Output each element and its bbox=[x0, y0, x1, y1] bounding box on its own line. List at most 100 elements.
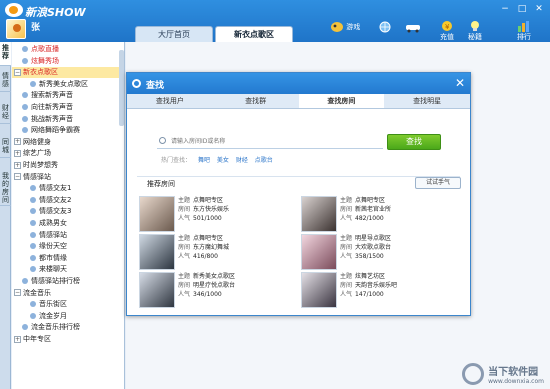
try-luck-button[interactable]: 试试手气 bbox=[415, 177, 461, 189]
room-card[interactable]: 主题 明星导点歌区 房间 大欢歌点歌台 人气 358/1500 bbox=[301, 234, 441, 270]
maximize-button[interactable]: □ bbox=[515, 3, 529, 15]
sidebar-item[interactable]: 来楼聊天 bbox=[12, 264, 120, 275]
collapse-icon[interactable]: − bbox=[14, 173, 21, 181]
room-icon bbox=[22, 127, 28, 134]
sidebar-item[interactable]: − 情感驿站 bbox=[12, 172, 120, 183]
sidebar-item[interactable]: 炫舞秀场 bbox=[12, 56, 120, 67]
sidebar-item[interactable]: 向往新秀声音 bbox=[12, 102, 120, 113]
search-icon bbox=[132, 79, 141, 88]
watermark-title: 当下软件园 bbox=[488, 367, 539, 378]
expand-icon[interactable]: + bbox=[14, 138, 21, 146]
side-tab-recommend[interactable]: 推荐 bbox=[0, 42, 11, 66]
room-theme-label: 主题 bbox=[340, 235, 353, 242]
sidebar-item-label: 新衣点歌区 bbox=[23, 68, 58, 77]
dialog-close-button[interactable]: ✕ bbox=[455, 76, 465, 90]
sidebar-item[interactable]: 新秀美女点歌区 bbox=[12, 79, 120, 90]
expand-icon[interactable]: + bbox=[14, 335, 21, 343]
toolbar-game[interactable]: 游戏 bbox=[330, 21, 360, 33]
room-icon bbox=[30, 301, 36, 308]
sidebar-item[interactable]: 点歌直播 bbox=[12, 44, 120, 55]
ranking-icon bbox=[518, 21, 529, 32]
sidebar-item[interactable]: 都市情缘 bbox=[12, 253, 120, 264]
room-icon bbox=[30, 220, 36, 226]
sidebar-item[interactable]: 音乐街区 bbox=[12, 299, 120, 310]
room-card[interactable]: 主题 点舞吧专区 房间 东方快乐娱乐 人气 501/1000 bbox=[139, 196, 279, 232]
window-controls: − □ ✕ bbox=[498, 3, 546, 15]
sidebar-item[interactable]: 流金音乐排行榜 bbox=[12, 322, 120, 333]
tab-song-zone[interactable]: 新衣点歌区 bbox=[215, 26, 293, 42]
search-button[interactable]: 查找 bbox=[387, 134, 441, 150]
search-dialog: 查找 ✕ 查找用户 查找群 查找房间 查找明星 查找 热门查找： 舞吧 美女 财… bbox=[126, 72, 471, 316]
toolbar-globe[interactable] bbox=[378, 21, 392, 33]
hot-keyword[interactable]: 点歌台 bbox=[255, 157, 273, 164]
room-card[interactable]: 主题 炫舞艺坊区 房间 天韵音乐娱乐吧 人气 147/1000 bbox=[301, 272, 441, 308]
sidebar-item[interactable]: 情感驿站 bbox=[12, 230, 120, 241]
sidebar-item[interactable]: + 时尚梦想秀 bbox=[12, 160, 120, 171]
close-button[interactable]: ✕ bbox=[532, 3, 546, 15]
room-icon bbox=[30, 208, 36, 215]
tab-find-user[interactable]: 查找用户 bbox=[127, 94, 213, 108]
room-popularity: 416/800 bbox=[193, 253, 218, 260]
side-tab-my-rooms[interactable]: 我的房间 bbox=[0, 170, 11, 206]
sidebar-item[interactable]: 情感交友3 bbox=[12, 206, 120, 217]
sidebar-item[interactable]: 情感交友2 bbox=[12, 195, 120, 206]
room-card[interactable]: 主题 点舞吧专区 房间 东方魔幻舞城 人气 416/800 bbox=[139, 234, 279, 270]
side-tab-emotion[interactable]: 情感 bbox=[0, 70, 11, 92]
collapse-icon[interactable]: − bbox=[14, 68, 21, 76]
sidebar-item[interactable]: 情感交友1 bbox=[12, 183, 120, 194]
hot-keyword[interactable]: 财经 bbox=[236, 157, 248, 164]
toolbar-ranking[interactable]: 排行 bbox=[517, 20, 531, 42]
sidebar-item[interactable]: 网络舞蹈争霸赛 bbox=[12, 125, 120, 136]
sidebar-item[interactable]: + 中年专区 bbox=[12, 334, 120, 345]
sidebar-item-label: 时尚梦想秀 bbox=[23, 161, 58, 169]
room-name: 东方魔幻舞城 bbox=[193, 244, 230, 251]
sidebar-item-label: 新秀美女点歌区 bbox=[39, 79, 88, 88]
sidebar-item[interactable]: 情感驿站排行榜 bbox=[12, 276, 120, 287]
room-icon bbox=[30, 196, 36, 203]
sidebar-item-label: 音乐街区 bbox=[39, 300, 67, 309]
expand-icon[interactable]: + bbox=[14, 161, 21, 169]
room-icon bbox=[22, 92, 28, 99]
room-thumbnail[interactable] bbox=[139, 272, 175, 308]
tab-find-group[interactable]: 查找群 bbox=[213, 94, 299, 108]
room-tree: 点歌直播 炫舞秀场 − 新衣点歌区 新秀美女点歌区 搜索新秀声音 向往新秀声音 挑战新秀声音网… bbox=[12, 42, 125, 389]
sidebar-item[interactable]: 缘份天空 bbox=[12, 241, 120, 252]
sidebar-item[interactable]: 成熟男女 bbox=[12, 218, 120, 229]
tab-find-room[interactable]: 查找房间 bbox=[298, 94, 385, 108]
side-tab-local[interactable]: 同城 bbox=[0, 136, 11, 158]
toolbar-recharge[interactable]: ¥ 充值 bbox=[440, 20, 454, 42]
side-tab-finance[interactable]: 财经 bbox=[0, 102, 11, 124]
sidebar-item-label: 情感交友2 bbox=[39, 195, 72, 204]
room-info: 主题 炫舞艺坊区 房间 天韵音乐娱乐吧 人气 147/1000 bbox=[340, 272, 397, 299]
sidebar-scrollbar[interactable] bbox=[119, 50, 124, 126]
search-input[interactable] bbox=[171, 136, 371, 147]
minimize-button[interactable]: − bbox=[498, 3, 512, 15]
sidebar-item[interactable]: 流金岁月 bbox=[12, 311, 120, 322]
room-thumbnail[interactable] bbox=[301, 234, 337, 270]
room-thumbnail[interactable] bbox=[301, 272, 337, 308]
sidebar-item[interactable]: + 综艺广场 bbox=[12, 148, 120, 159]
sidebar-item[interactable]: 挑战新秀声音 bbox=[12, 114, 120, 125]
app-title: 新浪SHOW bbox=[25, 6, 86, 19]
sidebar-item[interactable]: + 网络健身 bbox=[12, 137, 120, 148]
room-thumbnail[interactable] bbox=[139, 234, 175, 270]
room-thumbnail[interactable] bbox=[301, 196, 337, 232]
avatar[interactable] bbox=[6, 19, 26, 39]
room-card[interactable]: 主题 点舞吧专区 房间 新茜老官业所 人气 482/1000 bbox=[301, 196, 441, 232]
room-icon bbox=[22, 46, 28, 52]
sidebar-item[interactable]: − 流金音乐 bbox=[12, 288, 120, 299]
expand-icon[interactable]: + bbox=[14, 149, 21, 157]
hot-keyword[interactable]: 舞吧 bbox=[198, 157, 210, 164]
collapse-icon[interactable]: − bbox=[14, 289, 21, 297]
sidebar-item[interactable]: 搜索新秀声音 bbox=[12, 90, 120, 101]
room-popularity: 482/1000 bbox=[355, 215, 384, 222]
tab-lobby-home[interactable]: 大厅首页 bbox=[135, 26, 213, 42]
tab-find-star[interactable]: 查找明星 bbox=[384, 94, 470, 108]
toolbar-car[interactable] bbox=[405, 21, 421, 33]
toolbar-tips[interactable]: 秘籍 bbox=[468, 20, 482, 42]
room-thumbnail[interactable] bbox=[139, 196, 175, 232]
room-card[interactable]: 主题 新秀美女点歌区 房间 明星疗悦点歌台 人气 346/1000 bbox=[139, 272, 279, 308]
room-icon bbox=[30, 312, 36, 319]
sidebar-item[interactable]: − 新衣点歌区 bbox=[12, 67, 120, 79]
hot-keyword[interactable]: 美女 bbox=[217, 157, 229, 164]
